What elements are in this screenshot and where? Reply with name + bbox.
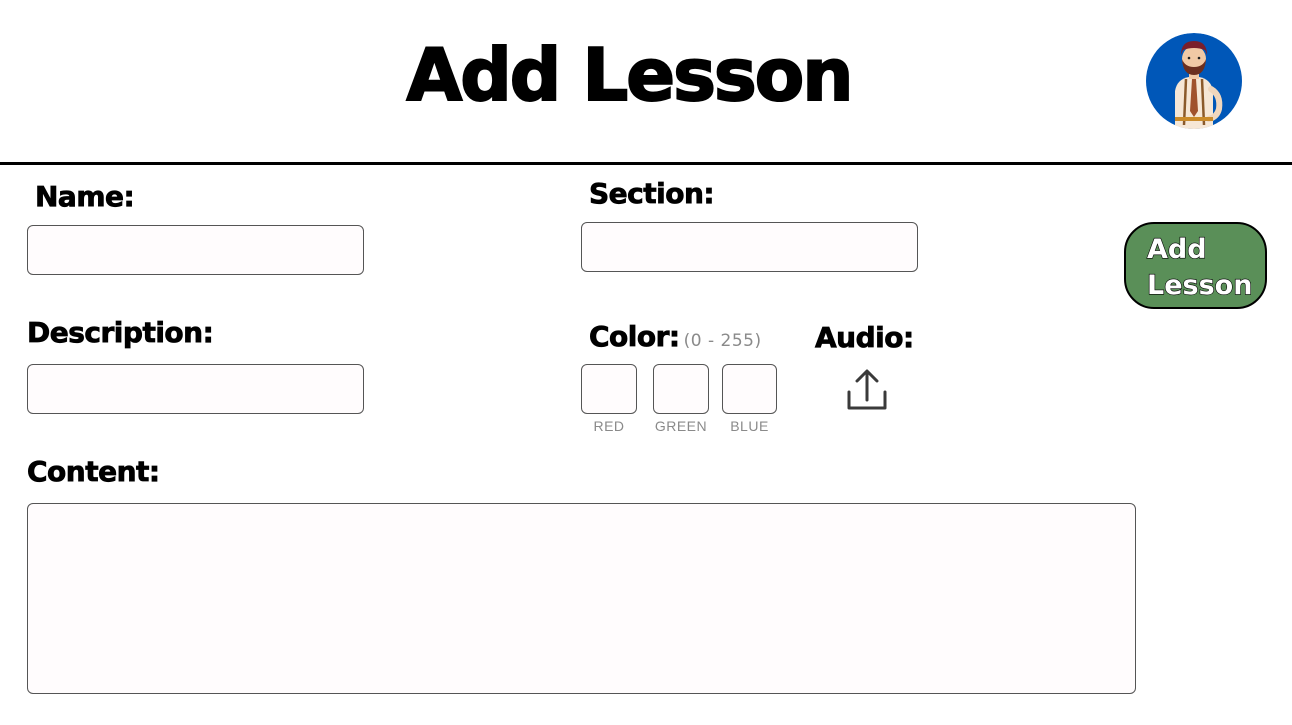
- description-label: Description:: [27, 316, 215, 350]
- page-title: Add Lesson: [405, 32, 854, 118]
- green-caption: GREEN: [654, 418, 708, 434]
- add-lesson-button-label: Add Lesson: [1146, 233, 1253, 301]
- color-label: Color: (0 - 255): [589, 320, 762, 354]
- red-caption: RED: [593, 418, 625, 434]
- blue-caption: BLUE: [730, 418, 769, 434]
- color-label-text: Color:: [589, 320, 681, 354]
- red-input[interactable]: [581, 364, 637, 414]
- name-input[interactable]: [27, 225, 364, 275]
- header-divider: [0, 162, 1292, 165]
- blue-input[interactable]: [722, 364, 777, 414]
- teacher-avatar-icon: [1146, 33, 1242, 129]
- description-input[interactable]: [27, 364, 364, 414]
- color-range-hint: (0 - 255): [683, 331, 762, 351]
- content-label: Content:: [27, 455, 161, 489]
- add-lesson-button[interactable]: Add Lesson: [1124, 222, 1267, 309]
- section-label: Section:: [589, 177, 715, 211]
- profile-avatar[interactable]: [1145, 33, 1243, 129]
- green-input[interactable]: [653, 364, 709, 414]
- upload-icon: [847, 369, 887, 410]
- section-input[interactable]: [581, 222, 918, 272]
- name-label: Name:: [35, 180, 136, 214]
- audio-upload-button[interactable]: [842, 366, 892, 414]
- content-textarea[interactable]: [27, 503, 1136, 694]
- audio-label: Audio:: [815, 321, 915, 355]
